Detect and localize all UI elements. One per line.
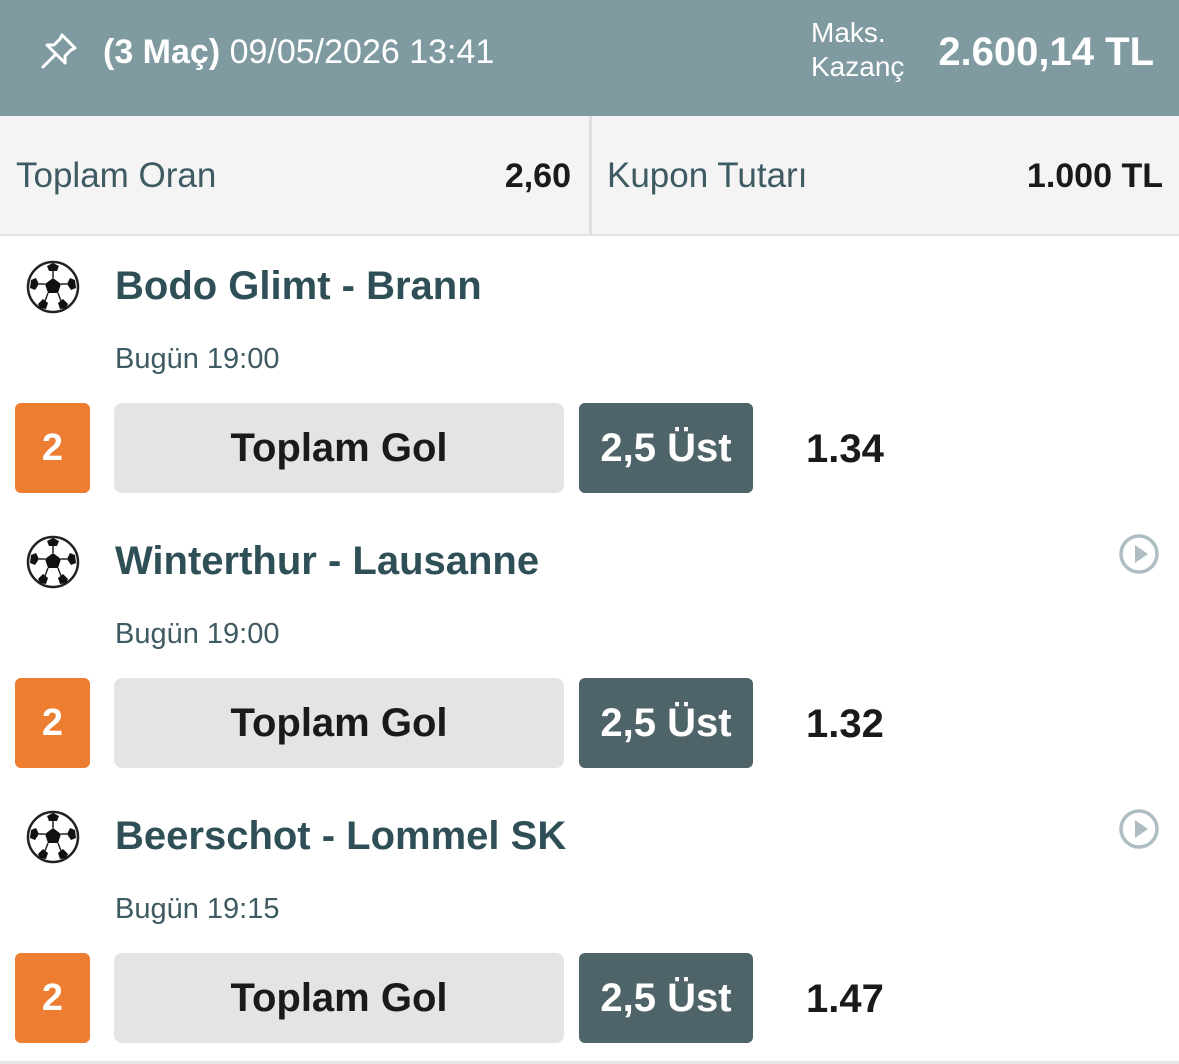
coupon-datetime: 09/05/2026 13:41 [229, 33, 495, 71]
summary-divider [589, 116, 592, 234]
match-row[interactable]: Bodo Glimt - Brann Bugün 19:00 2 Toplam … [0, 236, 1179, 514]
soccer-ball-icon [26, 535, 80, 589]
match-row[interactable]: Winterthur - Lausanne Bugün 19:00 2 Topl… [0, 511, 1179, 789]
coupon-title: (3 Maç) 09/05/2026 13:41 [103, 30, 494, 74]
match-odds: 1.34 [806, 427, 884, 471]
market-name[interactable]: Toplam Gol [114, 403, 564, 493]
match-row[interactable]: Beerschot - Lommel SK Bugün 19:15 2 Topl… [0, 786, 1179, 1064]
match-time: Bugün 19:00 [115, 343, 280, 375]
play-circle-icon[interactable] [1118, 808, 1160, 850]
match-teams[interactable]: Bodo Glimt - Brann [115, 262, 482, 310]
pick-badge: 2 [15, 953, 90, 1043]
total-odds-label: Toplam Oran [16, 156, 217, 195]
pin-icon[interactable] [38, 30, 80, 72]
total-odds-value: 2,60 [504, 157, 571, 195]
max-win-label: Maks. Kazanç [811, 16, 904, 84]
match-teams[interactable]: Beerschot - Lommel SK [115, 812, 566, 860]
coupon-amount-label: Kupon Tutarı [607, 156, 808, 195]
coupon-amount-value: 1.000 TL [1026, 157, 1163, 195]
coupon-header: (3 Maç) 09/05/2026 13:41 Maks. Kazanç 2.… [0, 0, 1179, 116]
selection-button[interactable]: 2,5 Üst [579, 953, 753, 1043]
soccer-ball-icon [26, 260, 80, 314]
selection-button[interactable]: 2,5 Üst [579, 678, 753, 768]
match-teams[interactable]: Winterthur - Lausanne [115, 537, 539, 585]
max-win-amount: 2.600,14 TL [938, 30, 1154, 74]
coupon-summary: Toplam Oran 2,60 Kupon Tutarı 1.000 TL [0, 116, 1179, 236]
pick-badge: 2 [15, 403, 90, 493]
selection-button[interactable]: 2,5 Üst [579, 403, 753, 493]
max-win-label-line2: Kazanç [811, 51, 905, 82]
max-win-label-line1: Maks. [811, 17, 886, 48]
match-odds: 1.47 [806, 977, 884, 1021]
soccer-ball-icon [26, 810, 80, 864]
market-name[interactable]: Toplam Gol [114, 953, 564, 1043]
match-count: (3 Maç) [103, 33, 221, 71]
match-time: Bugün 19:00 [115, 618, 280, 650]
play-circle-icon[interactable] [1118, 533, 1160, 575]
match-odds: 1.32 [806, 702, 884, 746]
pick-badge: 2 [15, 678, 90, 768]
market-name[interactable]: Toplam Gol [114, 678, 564, 768]
match-time: Bugün 19:15 [115, 893, 280, 925]
